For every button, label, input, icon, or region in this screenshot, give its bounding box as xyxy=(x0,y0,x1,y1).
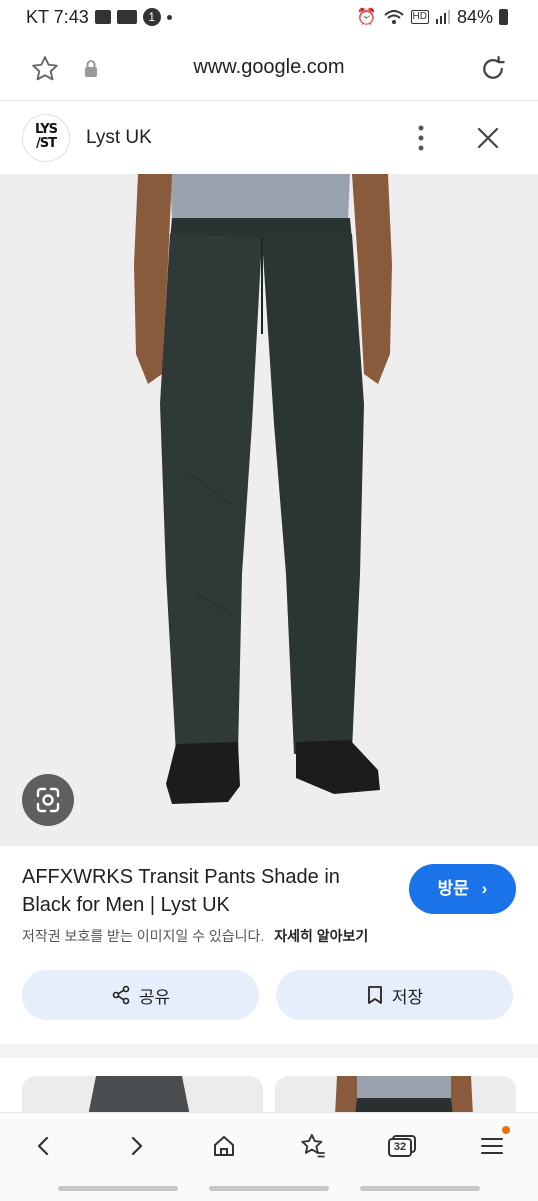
carrier-time: KT 7:43 xyxy=(26,7,89,27)
notification-dot xyxy=(502,1126,510,1134)
section-separator xyxy=(0,1044,538,1058)
gesture-bar-center xyxy=(209,1186,329,1191)
related-thumbnail-1[interactable] xyxy=(22,1076,263,1116)
menu-button[interactable] xyxy=(470,1124,514,1168)
copyright-text: 저작권 보호를 받는 이미지일 수 있습니다. xyxy=(22,928,265,944)
related-thumbnail-2[interactable] xyxy=(275,1076,516,1116)
close-button[interactable] xyxy=(474,124,502,152)
bookmark-icon xyxy=(367,986,382,1004)
gallery-notification-icon xyxy=(94,10,111,24)
more-vert-icon xyxy=(418,125,424,151)
logo-line-1: LYS xyxy=(34,122,58,137)
share-icon xyxy=(112,985,130,1005)
more-options-button[interactable] xyxy=(406,122,436,154)
result-title[interactable]: AFFXWRKS Transit Pants Shade in Black fo… xyxy=(22,863,392,919)
battery-icon xyxy=(499,9,508,25)
battery-percent: 84% xyxy=(456,7,493,27)
tabs-count: 32 xyxy=(388,1138,412,1157)
copyright-notice: 저작권 보호를 받는 이미지일 수 있습니다. 자세히 알아보기 xyxy=(22,926,368,946)
hd-network-icon: HD xyxy=(410,10,429,24)
urlbar-divider xyxy=(0,100,538,101)
visit-label: 방문 xyxy=(437,879,469,898)
gesture-bar-left xyxy=(58,1186,178,1191)
lens-icon xyxy=(36,787,60,813)
visit-button[interactable]: 방문 › xyxy=(409,864,516,914)
share-button[interactable]: 공유 xyxy=(22,970,259,1020)
more-notifications-icon xyxy=(166,14,172,20)
wifi-icon xyxy=(383,10,404,24)
back-button[interactable] xyxy=(22,1124,66,1168)
chevron-right-icon xyxy=(131,1136,143,1156)
learn-more-link[interactable]: 자세히 알아보기 xyxy=(274,928,368,944)
notification-count-badge: 1 xyxy=(142,8,161,26)
home-icon xyxy=(214,1136,234,1156)
share-label: 공유 xyxy=(138,987,171,1007)
gesture-bar-right xyxy=(360,1186,480,1191)
status-left: KT 7:43 1 xyxy=(26,0,172,34)
hamburger-menu-icon xyxy=(481,1138,503,1154)
youtube-notification-icon xyxy=(116,10,137,24)
save-label: 저장 xyxy=(391,987,424,1007)
related-photo-2 xyxy=(275,1076,516,1116)
related-photo-1 xyxy=(22,1076,263,1116)
forward-button[interactable] xyxy=(114,1124,158,1168)
product-image[interactable] xyxy=(0,174,538,846)
status-right: ⏰ HD 84% xyxy=(357,0,508,34)
url-text[interactable]: www.google.com xyxy=(0,34,538,100)
signal-icon xyxy=(435,10,450,24)
status-bar: KT 7:43 1 ⏰ HD 84% xyxy=(0,0,538,34)
reload-icon xyxy=(483,56,505,79)
reload-button[interactable] xyxy=(478,54,508,84)
source-name[interactable]: Lyst UK xyxy=(86,124,152,152)
logo-line-2: /ST xyxy=(36,136,57,151)
save-button[interactable]: 저장 xyxy=(276,970,513,1020)
star-list-icon xyxy=(301,1133,325,1158)
tabs-button[interactable]: 32 xyxy=(380,1124,424,1168)
source-logo[interactable]: LYS /ST xyxy=(22,114,70,162)
home-button[interactable] xyxy=(202,1124,246,1168)
product-photo xyxy=(0,174,538,846)
google-lens-button[interactable] xyxy=(22,774,74,826)
chevron-left-icon xyxy=(37,1136,49,1156)
close-icon xyxy=(477,127,499,149)
alarm-icon: ⏰ xyxy=(356,9,377,26)
tabs-icon: 32 xyxy=(388,1135,416,1157)
bookmarks-button[interactable] xyxy=(291,1124,335,1168)
chevron-right-icon: › xyxy=(481,879,488,898)
